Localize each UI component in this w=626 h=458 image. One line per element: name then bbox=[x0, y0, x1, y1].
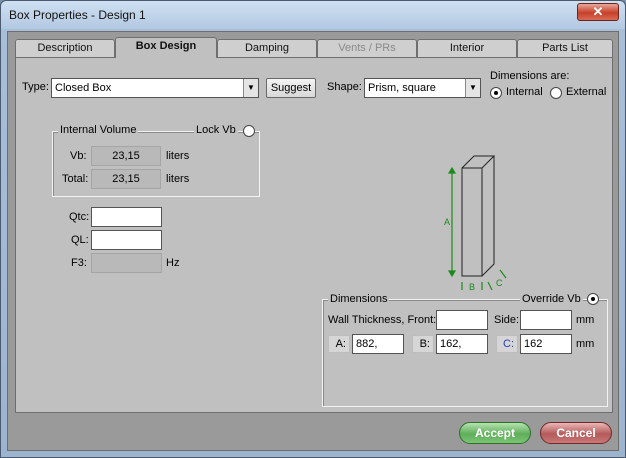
wall-thickness-front-label: Wall Thickness, Front: bbox=[328, 314, 437, 326]
type-select-value: Closed Box bbox=[55, 82, 112, 94]
box-diagram: A B C bbox=[444, 155, 507, 292]
shape-select[interactable]: Prism, square ▼ bbox=[364, 78, 481, 98]
dimensions-are-label: Dimensions are: bbox=[490, 70, 570, 82]
dim-c-label: C: bbox=[496, 335, 518, 353]
arrow-up-icon bbox=[447, 166, 457, 174]
external-radio-label: External bbox=[566, 86, 607, 98]
dim-a-label: A: bbox=[328, 335, 350, 353]
dialog-client: Description Box Design Damping Vents / P… bbox=[7, 31, 619, 451]
total-unit: liters bbox=[166, 173, 190, 185]
box-design-panel: Type: Closed Box ▼ Suggest Shape: Prism,… bbox=[15, 57, 613, 413]
cancel-button[interactable]: Cancel bbox=[540, 422, 612, 444]
type-select[interactable]: Closed Box ▼ bbox=[51, 78, 259, 98]
ql-input[interactable] bbox=[91, 230, 162, 250]
diagram-label-b: B bbox=[469, 282, 475, 292]
vb-unit: liters bbox=[166, 150, 190, 162]
accept-button[interactable]: Accept bbox=[459, 422, 531, 444]
f3-label: F3: bbox=[71, 257, 87, 269]
tab-vents-prs[interactable]: Vents / PRs bbox=[317, 39, 417, 57]
vb-label: Vb: bbox=[70, 150, 87, 162]
qtc-label: Qtc: bbox=[69, 211, 90, 223]
box-front-face bbox=[461, 167, 483, 277]
chevron-down-icon[interactable]: ▼ bbox=[243, 79, 258, 97]
override-vb-toggle[interactable] bbox=[587, 293, 599, 305]
vb-field: 23,15 bbox=[91, 146, 161, 166]
wall-thickness-front-input[interactable] bbox=[436, 310, 488, 330]
side-label: Side: bbox=[494, 314, 520, 326]
tab-box-design[interactable]: Box Design bbox=[115, 37, 217, 58]
tab-description[interactable]: Description bbox=[15, 39, 115, 57]
dimensions-unit: mm bbox=[576, 338, 595, 350]
diagram-label-a: A bbox=[444, 217, 450, 227]
dimensions-title: Dimensions bbox=[328, 293, 390, 305]
arrow-down-icon bbox=[447, 270, 457, 278]
shape-select-value: Prism, square bbox=[368, 82, 436, 94]
internal-volume-title: Internal Volume bbox=[58, 124, 139, 136]
dimension-c-tick-right bbox=[499, 269, 507, 279]
side-input[interactable] bbox=[520, 310, 572, 330]
dim-c-input[interactable]: 162 bbox=[520, 334, 572, 354]
tab-interior[interactable]: Interior bbox=[417, 39, 517, 57]
qtc-input[interactable] bbox=[91, 207, 162, 227]
f3-field bbox=[91, 253, 162, 273]
title-bar[interactable]: Box Properties - Design 1 ✕ bbox=[1, 1, 625, 29]
type-label: Type: bbox=[22, 81, 49, 93]
external-radio[interactable] bbox=[550, 87, 562, 99]
box-side-face bbox=[481, 156, 495, 277]
diagram-label-c: C bbox=[496, 278, 503, 288]
total-field: 23,15 bbox=[91, 169, 161, 189]
dim-b-input[interactable]: 162, bbox=[436, 334, 488, 354]
tab-parts-list[interactable]: Parts List bbox=[517, 39, 613, 57]
close-button[interactable]: ✕ bbox=[577, 3, 619, 21]
window-title: Box Properties - Design 1 bbox=[9, 8, 146, 22]
box-top-face bbox=[461, 155, 496, 169]
internal-radio[interactable] bbox=[490, 87, 502, 99]
dim-a-input[interactable]: 882, bbox=[352, 334, 404, 354]
dim-b-label: B: bbox=[412, 335, 434, 353]
internal-radio-label: Internal bbox=[506, 86, 543, 98]
box-properties-window: Box Properties - Design 1 ✕ Description … bbox=[0, 0, 626, 458]
override-vb-label: Override Vb bbox=[520, 293, 583, 305]
side-unit: mm bbox=[576, 314, 595, 326]
ql-label: QL: bbox=[71, 234, 89, 246]
total-label: Total: bbox=[62, 173, 89, 185]
lock-vb-toggle[interactable] bbox=[243, 125, 255, 137]
chevron-down-icon[interactable]: ▼ bbox=[465, 79, 480, 97]
dimension-c-tick-left bbox=[487, 281, 493, 291]
f3-unit: Hz bbox=[166, 257, 180, 269]
suggest-button[interactable]: Suggest bbox=[266, 78, 316, 98]
shape-label: Shape: bbox=[327, 81, 362, 93]
tab-damping[interactable]: Damping bbox=[217, 39, 317, 57]
lock-vb-label: Lock Vb bbox=[194, 124, 238, 136]
